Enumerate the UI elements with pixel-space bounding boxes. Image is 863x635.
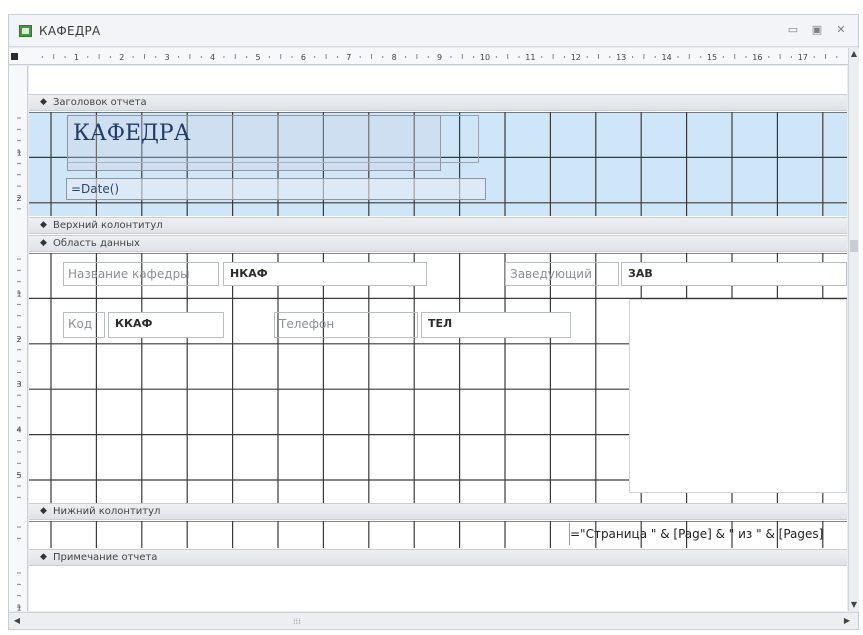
- ruler-number: 1: [16, 289, 21, 298]
- window-title: КАФЕДРА: [39, 24, 101, 38]
- ruler-number: 2: [119, 53, 124, 62]
- section-title: Область данных: [53, 238, 140, 249]
- section-marker-icon: ◆: [40, 552, 47, 562]
- section-header-report-header[interactable]: ◆ Заголовок отчета: [29, 94, 847, 111]
- report-title-label[interactable]: КАФЕДРА: [67, 115, 441, 171]
- field-kkaf[interactable]: ККАФ: [108, 312, 224, 338]
- scroll-left-icon[interactable]: ◀: [11, 615, 23, 627]
- report-header-area[interactable]: КАФЕДРА =Date(): [29, 112, 847, 216]
- section-title: Заголовок отчета: [53, 97, 147, 108]
- access-report-icon: [19, 25, 32, 37]
- section-title: Верхний колонтитул: [53, 220, 163, 231]
- horizontal-ruler-ticks: 1 2 3 4 5 6 7 8 9 10 11 12 13 14 15 16 17: [41, 53, 838, 62]
- ruler-number: 2: [16, 194, 21, 203]
- ruler-number: 4: [16, 426, 21, 435]
- label-department-name[interactable]: Название кафедры: [63, 262, 219, 286]
- ruler-number: 5: [16, 471, 21, 480]
- vertical-ruler-ticks: 1 2 1 2 3 4 5 1: [16, 117, 22, 612]
- field-zav[interactable]: ЗАВ: [621, 262, 847, 286]
- vertical-scrollbar[interactable]: ▲ ▼: [848, 48, 859, 611]
- section-header-report-footer[interactable]: ◆ Примечание отчета: [29, 549, 847, 566]
- label-phone[interactable]: Телефон: [274, 312, 418, 338]
- horizontal-scrollbar[interactable]: ◀ ⁞⁞⁞ ▶: [9, 612, 858, 629]
- field-nkaf[interactable]: НКАФ: [223, 262, 427, 286]
- section-title: Нижний колонтитул: [53, 506, 161, 517]
- page-footer-area[interactable]: ="Страница " & [Page] & " из " & [Pages]: [29, 521, 847, 548]
- horizontal-ruler[interactable]: 1 2 3 4 5 6 7 8 9 10 11 12 13 14 15 16 17: [9, 48, 858, 65]
- ruler-number: 17: [798, 53, 808, 62]
- scroll-grip-icon[interactable]: ⁞⁞⁞: [293, 617, 301, 626]
- ruler-number: 16: [752, 53, 762, 62]
- section-header-detail[interactable]: ◆ Область данных: [29, 235, 847, 252]
- section-marker-icon: ◆: [40, 506, 47, 516]
- vertical-ruler[interactable]: 1 2 1 2 3 4 5 1: [9, 66, 28, 612]
- report-footer-area[interactable]: [29, 567, 847, 611]
- ruler-number: 5: [255, 53, 260, 62]
- select-report-icon[interactable]: [11, 53, 18, 60]
- ruler-number: 7: [346, 53, 351, 62]
- ruler-number: 1: [74, 53, 79, 62]
- ruler-number: 14: [662, 53, 672, 62]
- ruler-number: 4: [210, 53, 215, 62]
- scroll-down-icon[interactable]: ▼: [849, 599, 859, 611]
- ruler-number: 12: [571, 53, 581, 62]
- scroll-up-icon[interactable]: ▲: [849, 48, 859, 60]
- ruler-number: 13: [616, 53, 626, 62]
- ruler-number: 15: [707, 53, 717, 62]
- scroll-thumb[interactable]: [850, 240, 858, 252]
- section-title: Примечание отчета: [53, 552, 158, 563]
- section-header-page-header[interactable]: ◆ Верхний колонтитул: [29, 217, 847, 234]
- field-tel[interactable]: ТЕЛ: [421, 312, 571, 338]
- minimize-button[interactable]: ▭: [785, 23, 801, 37]
- ruler-number: 11: [525, 53, 535, 62]
- ruler-number: 2: [16, 335, 21, 344]
- title-bar: КАФЕДРА ▭ ▣ ✕: [9, 15, 858, 47]
- ruler-number: 3: [16, 380, 21, 389]
- label-head[interactable]: Заведующий: [505, 262, 619, 286]
- ruler-number: 9: [437, 53, 442, 62]
- ruler-number: 10: [480, 53, 490, 62]
- scroll-right-icon[interactable]: ▶: [841, 615, 853, 627]
- section-marker-icon: ◆: [40, 97, 47, 107]
- ruler-number: 8: [392, 53, 397, 62]
- ruler-number: 1: [16, 148, 21, 157]
- page-number-textbox[interactable]: ="Страница " & [Page] & " из " & [Pages]: [569, 523, 847, 545]
- report-design-window: КАФЕДРА ▭ ▣ ✕ 1 2 3 4 5 6 7 8 9 10 11 12 13 14 15 16 17 …: [8, 14, 859, 630]
- blank-region: [629, 299, 847, 493]
- maximize-button[interactable]: ▣: [809, 23, 825, 37]
- section-marker-icon: ◆: [40, 220, 47, 230]
- ruler-number: 6: [301, 53, 306, 62]
- design-canvas[interactable]: ◆ Заголовок отчета КАФЕДРА =Date() ◆ Вер…: [29, 66, 847, 611]
- detail-area[interactable]: Название кафедры НКАФ Заведующий ЗАВ Код…: [29, 253, 847, 503]
- section-marker-icon: ◆: [40, 238, 47, 248]
- ruler-number: 1: [16, 603, 21, 611]
- section-header-page-footer[interactable]: ◆ Нижний колонтитул: [29, 503, 847, 520]
- close-button[interactable]: ✕: [833, 23, 849, 37]
- ruler-number: 3: [165, 53, 170, 62]
- date-textbox[interactable]: =Date(): [66, 178, 486, 200]
- label-code[interactable]: Код: [63, 312, 105, 338]
